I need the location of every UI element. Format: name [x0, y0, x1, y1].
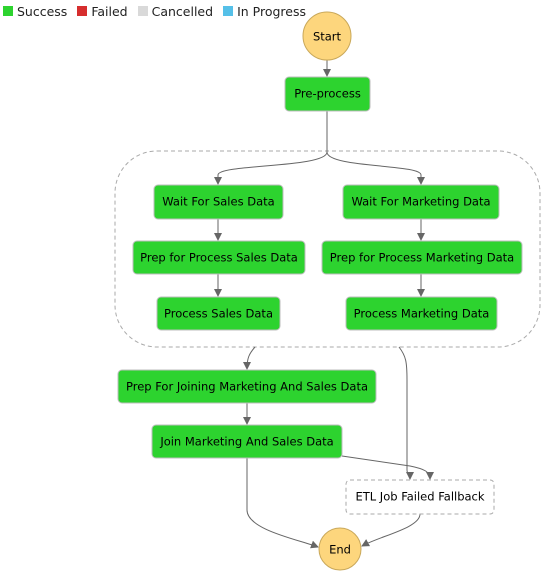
state-label: Process Marketing Data [354, 307, 490, 321]
state-join-marketing-and-sales-data[interactable]: Join Marketing And Sales Data [151, 424, 343, 459]
state-prep-for-process-sales-data[interactable]: Prep for Process Sales Data [132, 240, 306, 275]
state-label: ETL Job Failed Fallback [355, 490, 484, 504]
state-end[interactable]: End [318, 527, 362, 571]
edge-parallel-wait-sales [214, 151, 328, 185]
state-wait-for-marketing-data[interactable]: Wait For Marketing Data [342, 184, 500, 220]
state-label: Start [313, 30, 342, 44]
edge-parallel-prep-join [243, 346, 256, 370]
state-label: End [329, 543, 351, 557]
state-process-sales-data[interactable]: Process Sales Data [156, 296, 281, 331]
state-label: Wait For Sales Data [162, 195, 274, 209]
state-prep-for-process-marketing-data[interactable]: Prep for Process Marketing Data [321, 240, 523, 275]
state-label: Join Marketing And Sales Data [159, 435, 333, 449]
edge-join-end [246, 458, 319, 549]
state-label: Pre-process [294, 87, 361, 101]
state-label: Prep for Process Marketing Data [330, 251, 514, 265]
state-process-marketing-data[interactable]: Process Marketing Data [345, 296, 498, 331]
state-machine-graph: Start Pre-process Wait For Sales Data Wa… [114, 11, 541, 571]
state-start[interactable]: Start [302, 11, 352, 61]
state-wait-for-sales-data[interactable]: Wait For Sales Data [153, 184, 284, 220]
edge-etl-fallback-end [361, 513, 421, 547]
state-etl-job-failed-fallback[interactable]: ETL Job Failed Fallback [345, 479, 495, 515]
state-label: Process Sales Data [164, 307, 273, 321]
state-label: Prep For Joining Marketing And Sales Dat… [126, 380, 368, 394]
state-label: Prep for Process Sales Data [140, 251, 298, 265]
state-prep-for-joining[interactable]: Prep For Joining Marketing And Sales Dat… [117, 369, 377, 404]
edge-parallel-wait-marketing [326, 151, 425, 185]
edge-parallel-etl-fallback [398, 346, 414, 480]
state-label: Wait For Marketing Data [351, 195, 490, 209]
state-preprocess[interactable]: Pre-process [284, 76, 371, 112]
edge-join-etl-fallback [341, 455, 434, 480]
